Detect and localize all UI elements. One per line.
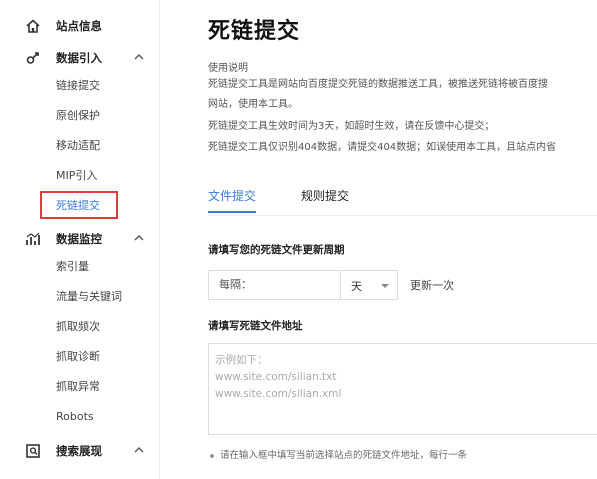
sidebar-group-site-info[interactable]: 站点信息 — [0, 14, 160, 38]
sidebar-item-original-protection[interactable]: 原创保护 — [56, 108, 100, 124]
sidebar-group-label: 搜索展现 — [56, 444, 102, 458]
period-unit-select[interactable]: 天 — [340, 270, 398, 300]
period-input[interactable]: 每隔： — [208, 270, 340, 300]
sidebar-group-data-monitor[interactable]: 数据监控 — [0, 227, 160, 251]
description-line: 网站，使用本工具。 — [208, 99, 298, 110]
sidebar-item-crawl-errors[interactable]: 抓取异常 — [56, 379, 100, 395]
active-tab-indicator — [208, 211, 256, 213]
tab-file-submit[interactable]: 文件提交 — [208, 186, 256, 206]
sidebar-item-mip[interactable]: MIP引入 — [56, 168, 97, 184]
file-url-section-label: 请填写死链文件地址 — [208, 320, 303, 332]
placeholder-line: www.site.com/silian.xml — [215, 388, 342, 400]
description-line: 死链提交工具仅识别404数据，请提交404数据；如误使用本工具，且站点内省 — [208, 142, 557, 153]
file-url-textarea[interactable]: 示例如下： www.site.com/silian.txt www.site.c… — [208, 343, 597, 435]
main-content: 死链提交 使用说明 死链提交工具是网站向百度提交死链的数据推送工具，被推送死链将… — [160, 0, 597, 479]
home-icon — [24, 17, 42, 35]
usage-label: 使用说明 — [208, 63, 248, 74]
sidebar-item-crawl-diagnosis[interactable]: 抓取诊断 — [56, 349, 100, 365]
description-line: 死链提交工具是网站向百度提交死链的数据推送工具，被推送死链将被百度搜 — [208, 79, 548, 90]
period-suffix: 更新一次 — [410, 279, 454, 292]
period-unit-value: 天 — [351, 280, 362, 293]
sidebar-item-link-submit[interactable]: 链接提交 — [56, 78, 100, 94]
placeholder-line: www.site.com/silian.txt — [215, 371, 337, 383]
sidebar-item-crawl-frequency[interactable]: 抓取频次 — [56, 319, 100, 335]
sidebar-item-mobile-adaptation[interactable]: 移动适配 — [56, 138, 100, 154]
sidebar-group-label: 数据监控 — [56, 232, 102, 246]
submit-tabs: 文件提交 规则提交 — [208, 186, 588, 216]
tab-rule-submit[interactable]: 规则提交 — [301, 186, 349, 206]
description-line: 死链提交工具生效时间为3天，如超时生效，请在反馈中心提交； — [208, 121, 495, 132]
page-title: 死链提交 — [208, 19, 301, 44]
chevron-up-icon[interactable] — [132, 231, 146, 245]
search-display-icon — [24, 442, 42, 460]
sidebar-group-search-display[interactable]: 搜索展现 — [0, 439, 160, 463]
period-section-label: 请填写您的死链文件更新周期 — [208, 244, 345, 256]
sidebar-item-index-volume[interactable]: 索引量 — [56, 259, 89, 275]
sidebar-item-robots[interactable]: Robots — [56, 409, 94, 425]
input-hint: 请在输入框中填写当前选择站点的死链文件地址，每行一条 — [210, 447, 467, 461]
chevron-up-icon[interactable] — [132, 443, 146, 457]
sidebar-item-dead-link-submit[interactable]: 死链提交 — [56, 198, 100, 214]
sidebar: 站点信息 数据引入 链接提交 原创保护 移动适配 MIP引入 死链提交 数据监控… — [0, 0, 160, 479]
placeholder-line: 示例如下： — [215, 354, 268, 366]
hint-text: 请在输入框中填写当前选择站点的死链文件地址，每行一条 — [220, 450, 468, 461]
sidebar-group-label: 站点信息 — [56, 19, 102, 33]
chart-icon — [24, 230, 42, 248]
sidebar-group-data-import[interactable]: 数据引入 — [0, 46, 160, 70]
caret-down-icon — [381, 284, 389, 288]
bullet-icon — [210, 453, 214, 458]
divider — [208, 215, 597, 216]
period-input-label: 每隔： — [219, 278, 252, 291]
data-import-icon — [24, 49, 42, 67]
sidebar-group-label: 数据引入 — [56, 51, 102, 65]
chevron-up-icon[interactable] — [132, 50, 146, 64]
sidebar-item-traffic-keywords[interactable]: 流量与关键词 — [56, 289, 122, 305]
